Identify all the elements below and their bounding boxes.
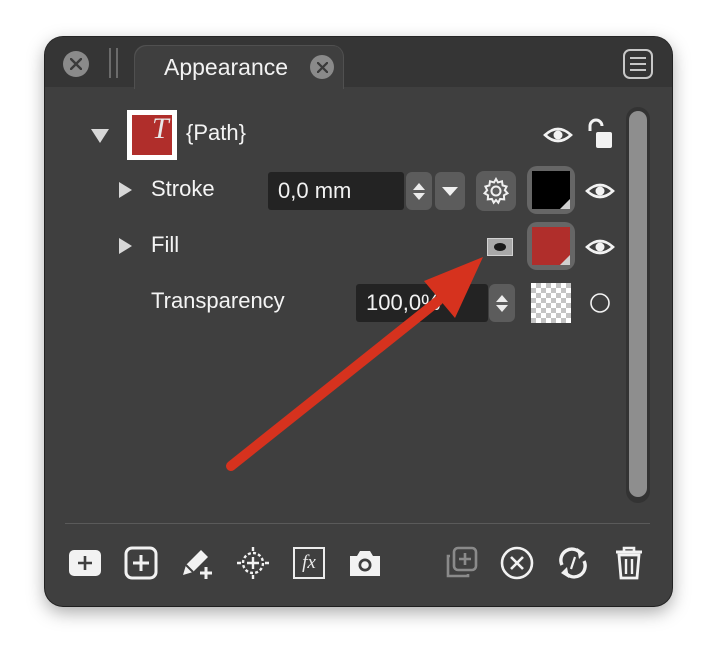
eye-icon [585, 183, 615, 199]
stroke-color-swatch[interactable] [527, 166, 575, 214]
collapse-path-toggle[interactable] [91, 129, 109, 143]
stroke-visibility-toggle[interactable] [583, 177, 617, 205]
tab-appearance[interactable]: Appearance [134, 45, 344, 89]
stroke-color [532, 171, 570, 209]
ellipse-icon [494, 243, 506, 251]
path-visibility-toggle[interactable] [541, 121, 575, 149]
effects-button[interactable]: fx [291, 545, 327, 581]
camera-icon [350, 551, 380, 576]
sync-icon [559, 547, 587, 579]
add-brush-button[interactable] [179, 545, 215, 581]
add-button[interactable] [67, 545, 103, 581]
target-button[interactable] [235, 545, 271, 581]
unlock-icon [588, 118, 612, 148]
appearance-panel: Appearance T {Path} Stroke 0,0 mm Fill T… [45, 37, 672, 606]
stroke-label: Stroke [151, 176, 215, 201]
duplicate-button[interactable] [443, 545, 479, 581]
sync-button[interactable] [555, 545, 591, 581]
stroke-width-input[interactable] [268, 172, 404, 210]
vertical-scrollbar[interactable] [626, 107, 650, 503]
transparency-visibility-toggle[interactable] [588, 291, 612, 315]
transparency-label: Transparency [151, 288, 285, 313]
menu-icon [630, 57, 646, 59]
eye-icon [585, 239, 615, 255]
eye-icon [543, 127, 573, 143]
path-thumbnail: T [127, 110, 177, 160]
transparency-input[interactable] [356, 284, 488, 322]
duplicate-icon [446, 546, 478, 578]
add-layer-icon [124, 546, 158, 580]
scrollbar-thumb[interactable] [629, 111, 647, 497]
trash-icon [616, 546, 642, 580]
fill-visibility-toggle[interactable] [583, 233, 617, 261]
close-icon [70, 58, 82, 70]
stroke-width-dropdown[interactable] [435, 172, 465, 210]
fill-color [532, 227, 570, 265]
transparency-preview [531, 283, 571, 323]
stroke-width-stepper[interactable] [406, 172, 432, 210]
delete-button[interactable] [499, 545, 535, 581]
gear-icon [482, 177, 510, 205]
brush-plus-icon [183, 550, 212, 579]
delete-circle-icon [500, 546, 534, 580]
fx-icon: fx [293, 547, 325, 579]
transparency-stepper[interactable] [489, 284, 515, 322]
toolbar-divider [65, 523, 650, 524]
fill-label: Fill [151, 232, 180, 257]
panel-menu-button[interactable] [623, 49, 653, 79]
add-icon [69, 550, 101, 576]
fill-color-swatch[interactable] [527, 222, 575, 270]
path-lock-toggle[interactable] [583, 117, 617, 151]
snapshot-button[interactable] [347, 545, 383, 581]
path-thumbnail-glyph: T [152, 112, 169, 145]
expand-fill-toggle[interactable] [119, 238, 132, 254]
stroke-settings-button[interactable] [476, 171, 516, 211]
path-label: {Path} [186, 120, 246, 145]
add-layer-button[interactable] [123, 545, 159, 581]
tab-close-button[interactable] [310, 55, 334, 79]
target-icon [237, 547, 269, 579]
expand-stroke-toggle[interactable] [119, 182, 132, 198]
trash-button[interactable] [611, 545, 647, 581]
fill-rule-button[interactable] [487, 238, 513, 256]
close-panel-button[interactable] [63, 51, 89, 77]
close-icon [316, 61, 328, 73]
drag-grip[interactable] [109, 48, 119, 78]
circle-icon [590, 293, 610, 313]
tab-title: Appearance [164, 54, 289, 80]
chevron-down-icon [442, 186, 458, 196]
